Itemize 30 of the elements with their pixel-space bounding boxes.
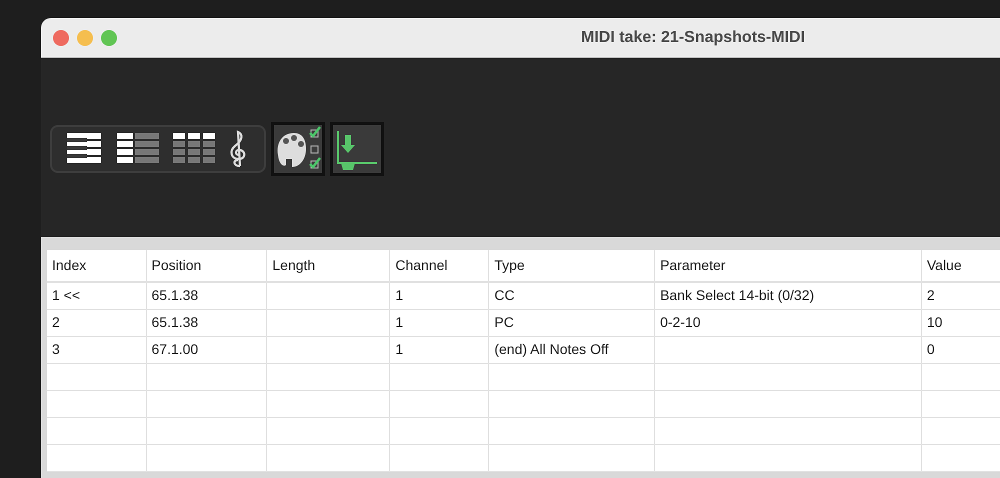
table-cell: (end) All Notes Off — [488, 336, 655, 363]
palette-checklist-icon — [274, 124, 322, 172]
column-header[interactable]: Length — [266, 250, 390, 282]
table-cell: CC — [488, 282, 655, 309]
table-cell: 10 — [921, 309, 1000, 336]
column-header[interactable]: Position — [146, 250, 267, 282]
table-cell: 1 — [390, 282, 489, 309]
download-tray-icon — [333, 124, 381, 172]
column-header[interactable]: Value — [921, 250, 1000, 282]
table-cell: 67.1.00 — [146, 336, 267, 363]
table-cell: 0-2-10 — [654, 309, 922, 336]
table-cell: 1 << — [47, 282, 146, 309]
column-header[interactable]: Channel — [390, 250, 489, 282]
column-header[interactable]: Type — [488, 250, 655, 282]
table-cell: 0 — [921, 336, 1000, 363]
column-header[interactable]: Index — [47, 250, 146, 282]
table-cell: PC — [488, 309, 655, 336]
table-cell: 1 — [390, 309, 489, 336]
window-title: MIDI take: 21-Snapshots-MIDI — [581, 28, 806, 48]
import-button[interactable] — [330, 122, 384, 176]
column-header[interactable]: Parameter — [654, 250, 922, 282]
table-cell: 2 — [921, 282, 1000, 309]
table-cell: 2 — [47, 309, 146, 336]
table-cell: 1 — [390, 336, 489, 363]
table-cell: 3 — [47, 336, 146, 363]
palette-button[interactable] — [271, 122, 325, 176]
table-cell: Bank Select 14-bit (0/32) — [654, 282, 922, 309]
close-button[interactable] — [53, 30, 69, 46]
table-cell: 65.1.38 — [146, 282, 267, 309]
table-cell: 65.1.38 — [146, 309, 267, 336]
